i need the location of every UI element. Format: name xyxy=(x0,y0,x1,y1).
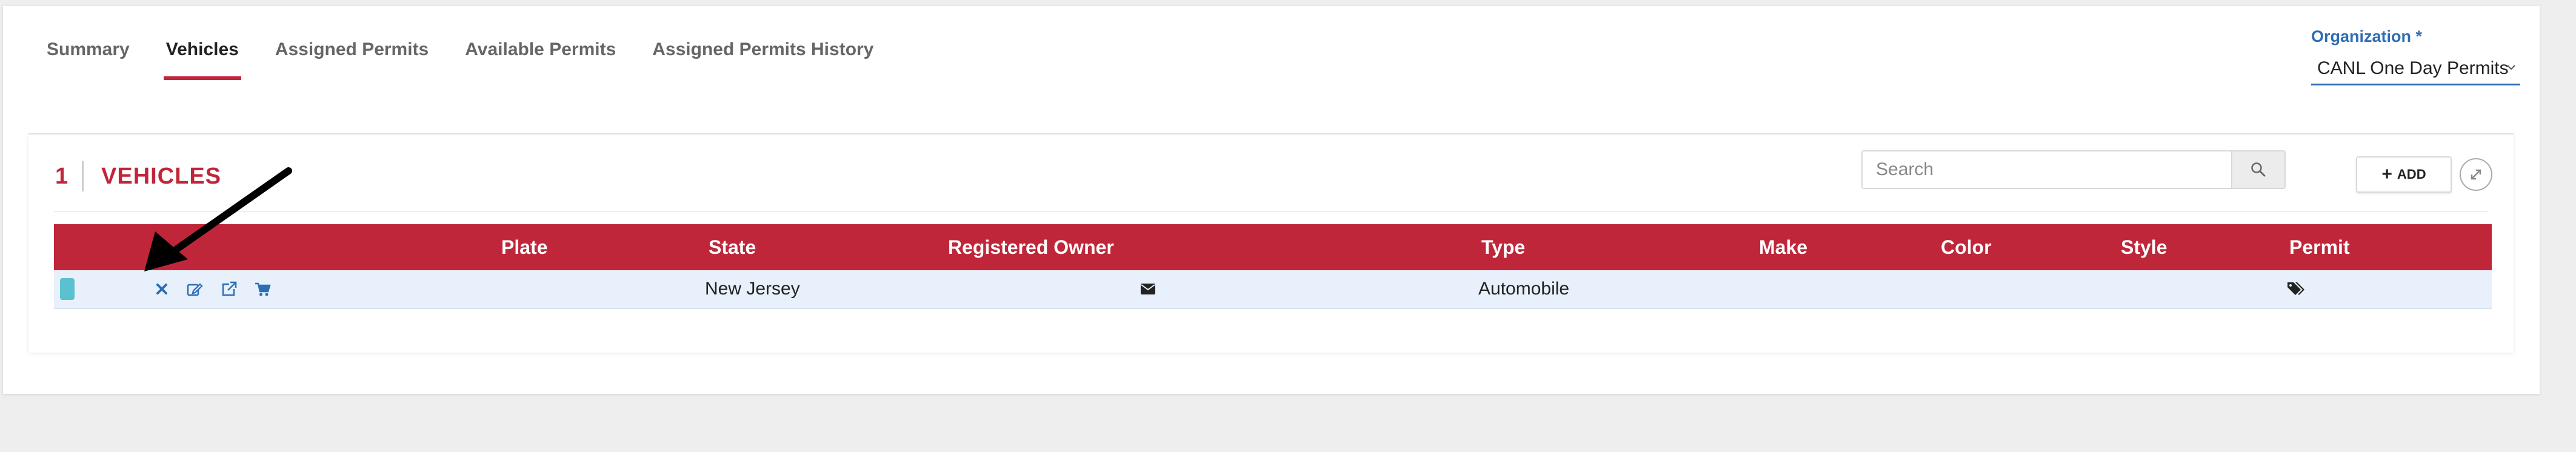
column-header-state[interactable]: State xyxy=(709,224,756,270)
column-header-registered-owner[interactable]: Registered Owner xyxy=(948,224,1114,270)
expand-button[interactable] xyxy=(2460,158,2492,191)
organization-field: Organization * CANL One Day Permits xyxy=(2311,24,2520,85)
chevron-down-icon xyxy=(2507,65,2515,70)
envelope-icon[interactable] xyxy=(1140,282,1156,296)
panel-title: VEHICLES xyxy=(101,164,222,189)
column-header-plate[interactable]: Plate xyxy=(501,224,547,270)
organization-label: Organization * xyxy=(2311,27,2423,45)
organization-select[interactable]: CANL One Day Permits xyxy=(2311,53,2520,85)
table-header: Plate State Registered Owner Type Make C… xyxy=(54,224,2492,270)
table-row[interactable]: New Jersey Automobile xyxy=(54,270,2492,309)
column-header-type[interactable]: Type xyxy=(1481,224,1525,270)
external-link-icon[interactable] xyxy=(220,281,237,297)
cell-state: New Jersey xyxy=(705,279,800,299)
tab-summary[interactable]: Summary xyxy=(47,36,130,80)
tab-vehicles[interactable]: Vehicles xyxy=(163,36,241,80)
tab-assigned-permits[interactable]: Assigned Permits xyxy=(275,36,429,80)
search-button[interactable] xyxy=(2231,151,2284,188)
divider xyxy=(82,161,84,191)
search-icon xyxy=(2251,162,2266,177)
main-card: Summary Vehicles Assigned Permits Availa… xyxy=(3,6,2540,394)
edit-icon[interactable] xyxy=(186,281,203,297)
search-input[interactable] xyxy=(1863,151,2232,188)
vehicle-count: 1 xyxy=(55,164,68,189)
row-selector[interactable] xyxy=(60,278,75,300)
delete-icon[interactable] xyxy=(156,283,168,295)
organization-selected-value: CANL One Day Permits xyxy=(2317,58,2509,78)
column-header-permit[interactable]: Permit xyxy=(2289,224,2350,270)
column-header-color[interactable]: Color xyxy=(1941,224,1992,270)
plus-icon: + xyxy=(2381,164,2392,184)
column-header-style[interactable]: Style xyxy=(2121,224,2167,270)
expand-icon xyxy=(2471,169,2481,180)
cell-type: Automobile xyxy=(1478,279,1570,299)
tab-assigned-permits-history[interactable]: Assigned Permits History xyxy=(652,36,873,80)
tab-available-permits[interactable]: Available Permits xyxy=(465,36,616,80)
tags-icon[interactable] xyxy=(2286,281,2306,297)
column-header-make[interactable]: Make xyxy=(1759,224,1807,270)
cart-icon[interactable] xyxy=(254,281,271,297)
vehicles-panel: 1 VEHICLES +ADD Plate Stat xyxy=(28,135,2514,353)
tab-bar: Summary Vehicles Assigned Permits Availa… xyxy=(47,36,910,80)
divider xyxy=(54,211,2488,212)
add-button[interactable]: + ADD xyxy=(2356,156,2452,193)
search-box xyxy=(1861,150,2286,189)
add-button-label: ADD xyxy=(2397,167,2426,182)
